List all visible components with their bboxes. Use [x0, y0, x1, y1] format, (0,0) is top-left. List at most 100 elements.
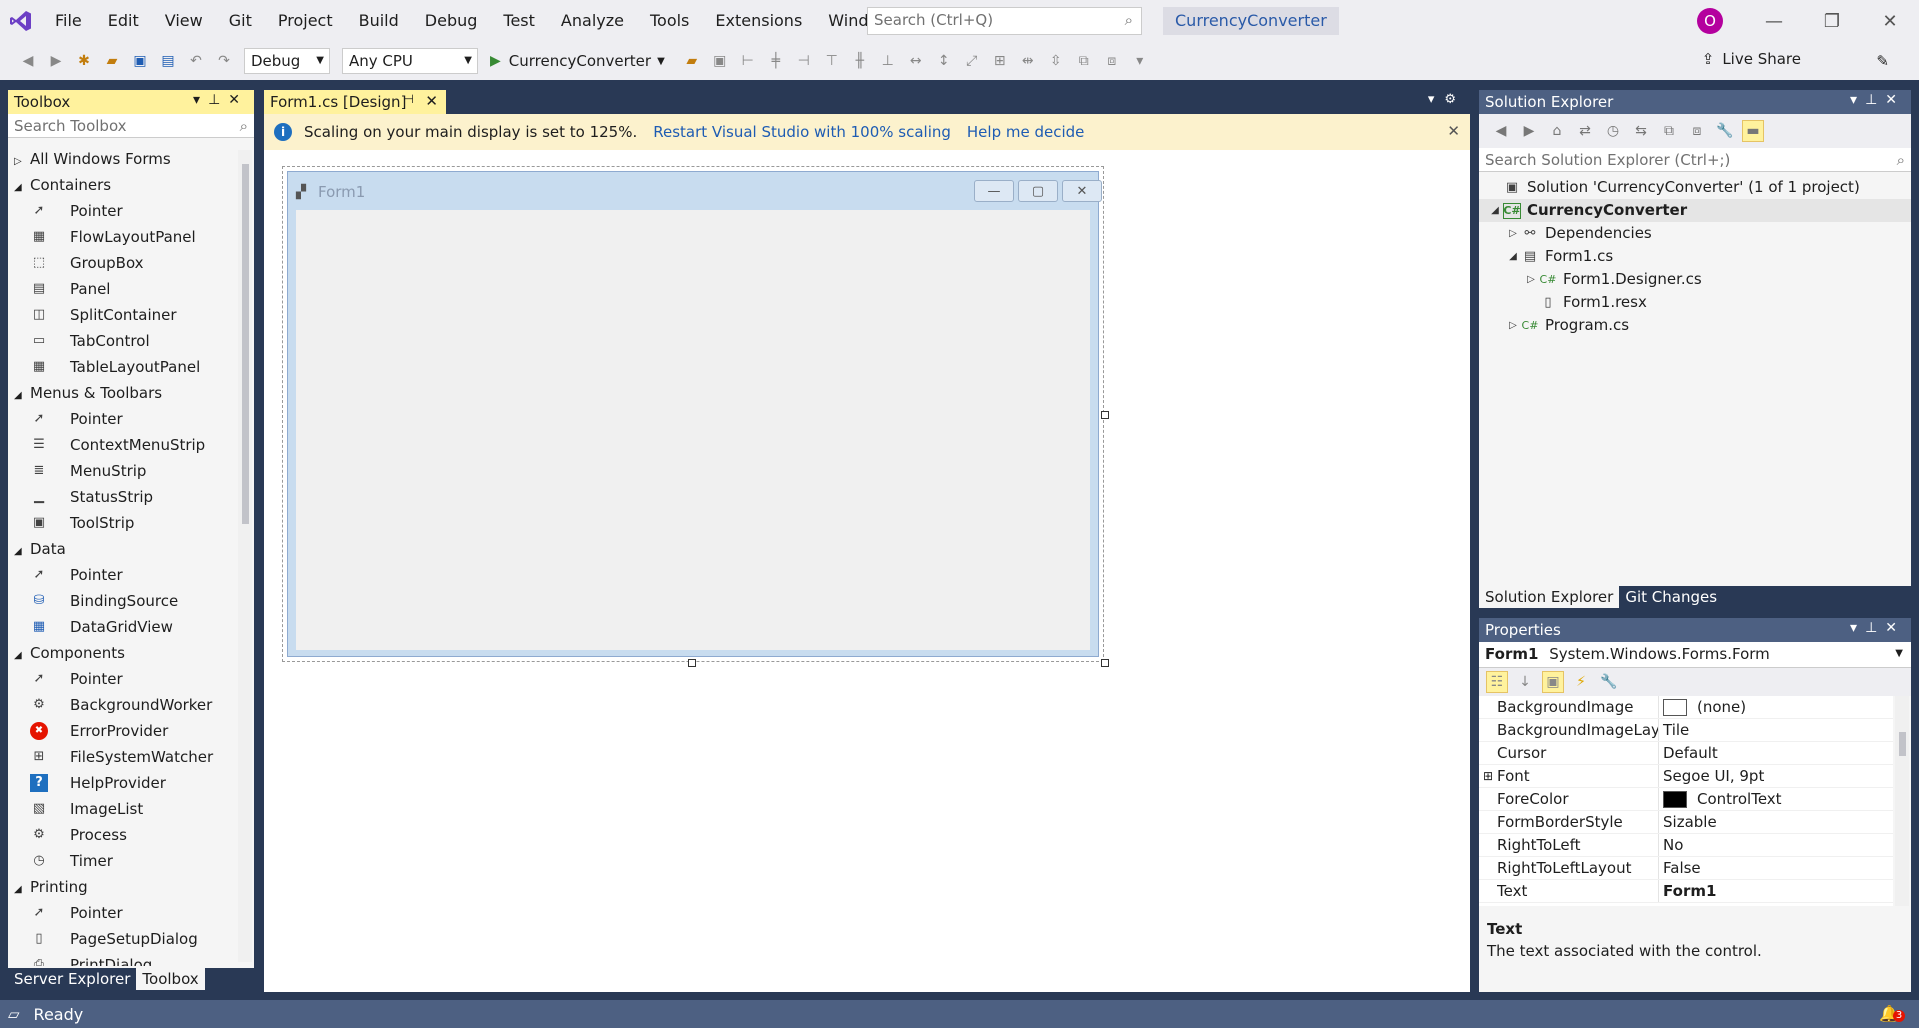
- toolbox-item-timer[interactable]: ◷ Timer: [8, 848, 234, 874]
- scrollbar-thumb[interactable]: [1899, 732, 1906, 756]
- toolbox-item-tabcontrol[interactable]: ▭ TabControl: [8, 328, 234, 354]
- tree-item-currencyconverter[interactable]: ◢ C# CurrencyConverter: [1479, 199, 1911, 222]
- live-share-button[interactable]: ⇪ Live Share: [1702, 50, 1801, 68]
- make-same-width-icon[interactable]: ↔: [905, 50, 927, 72]
- menu-debug[interactable]: Debug: [412, 0, 491, 42]
- menu-edit[interactable]: Edit: [95, 0, 152, 42]
- expand-property-icon[interactable]: ⊞: [1479, 765, 1497, 787]
- property-value[interactable]: Segoe UI, 9pt: [1659, 765, 1764, 787]
- solution-explorer-search-input[interactable]: Search Solution Explorer (Ctrl+;) ⌕: [1479, 148, 1911, 172]
- help-me-decide-link[interactable]: Help me decide: [967, 123, 1085, 141]
- window-position-icon[interactable]: ▾: [1850, 92, 1865, 108]
- pin-icon[interactable]: ⊥: [208, 92, 228, 108]
- pending-changes-filter-icon[interactable]: ◷: [1602, 120, 1624, 142]
- redo-icon[interactable]: ↷: [213, 50, 235, 72]
- settings-gear-icon[interactable]: ⚙: [1444, 92, 1466, 107]
- align-lefts-icon[interactable]: ⊢: [737, 50, 759, 72]
- property-row-backgroundimagelayout[interactable]: BackgroundImageLayoutTile: [1479, 719, 1893, 742]
- menu-tools[interactable]: Tools: [637, 0, 702, 42]
- property-value[interactable]: ControlText: [1659, 788, 1782, 810]
- home-icon[interactable]: ⌂: [1546, 120, 1568, 142]
- toolbox-item-pagesetupdialog[interactable]: ▯ PageSetupDialog: [8, 926, 234, 952]
- property-row-formborderstyle[interactable]: FormBorderStyle Sizable: [1479, 811, 1893, 834]
- collapsed-triangle-icon[interactable]: ▷: [1505, 222, 1521, 245]
- output-window-icon[interactable]: ▱: [8, 1005, 20, 1023]
- new-project-icon[interactable]: ✱: [73, 50, 95, 72]
- toolbox-item-contextmenustrip[interactable]: ☰ ContextMenuStrip: [8, 432, 234, 458]
- property-value[interactable]: False: [1659, 857, 1701, 879]
- property-row-font[interactable]: ⊞ Font Segoe UI, 9pt: [1479, 765, 1893, 788]
- property-row-righttoleftlayout[interactable]: RightToLeftLayout False: [1479, 857, 1893, 880]
- tree-item-form1-resx[interactable]: ▯ Form1.resx: [1479, 291, 1911, 314]
- platform-dropdown[interactable]: Any CPU ▼: [342, 48, 478, 74]
- pin-icon[interactable]: ⊥: [1865, 92, 1885, 108]
- toolbox-category-containers[interactable]: ◢ Containers: [8, 172, 234, 198]
- close-icon[interactable]: ✕: [1447, 122, 1460, 140]
- align-bottoms-icon[interactable]: ⊥: [877, 50, 899, 72]
- toolbox-item-statusstrip[interactable]: ▁ StatusStrip: [8, 484, 234, 510]
- menu-analyze[interactable]: Analyze: [548, 0, 637, 42]
- toolbox-item-errorprovider[interactable]: ✖ ErrorProvider: [8, 718, 234, 744]
- align-middles-icon[interactable]: ╫: [849, 50, 871, 72]
- forward-icon[interactable]: ▶: [45, 50, 67, 72]
- alphabetical-icon[interactable]: ↓: [1514, 671, 1536, 693]
- window-position-icon[interactable]: ▾: [1850, 620, 1865, 636]
- toolbox-item-panel[interactable]: ▤ Panel: [8, 276, 234, 302]
- scrollbar-thumb[interactable]: [242, 164, 249, 524]
- tab-solution-explorer[interactable]: Solution Explorer: [1479, 586, 1620, 608]
- toolbox-item-filesystemwatcher[interactable]: ⊞ FileSystemWatcher: [8, 744, 234, 770]
- property-value[interactable]: Tile: [1659, 719, 1689, 741]
- restart-scaling-link[interactable]: Restart Visual Studio with 100% scaling: [653, 123, 951, 141]
- make-same-size-icon[interactable]: ⤢: [961, 50, 983, 72]
- menu-project[interactable]: Project: [265, 0, 346, 42]
- feedback-icon[interactable]: ✎: [1876, 52, 1889, 70]
- property-row-righttoleft[interactable]: RightToLeft No: [1479, 834, 1893, 857]
- menu-extensions[interactable]: Extensions: [702, 0, 815, 42]
- form1-client-area[interactable]: [296, 210, 1090, 650]
- toolbox-item-pointer[interactable]: ➚ Pointer: [8, 562, 234, 588]
- undo-icon[interactable]: ↶: [185, 50, 207, 72]
- back-icon[interactable]: ◀: [1490, 120, 1512, 142]
- configuration-dropdown[interactable]: Debug ▼: [244, 48, 330, 74]
- property-value[interactable]: Default: [1659, 742, 1718, 764]
- collapse-all-icon[interactable]: ⧉: [1658, 120, 1680, 142]
- pin-icon[interactable]: ⊣: [404, 92, 414, 106]
- folder-icon[interactable]: ▰: [681, 50, 703, 72]
- property-value[interactable]: Sizable: [1659, 811, 1717, 833]
- forward-icon[interactable]: ▶: [1518, 120, 1540, 142]
- pin-icon[interactable]: ⊥: [1865, 620, 1885, 636]
- align-centers-icon[interactable]: ╪: [765, 50, 787, 72]
- properties-view-icon[interactable]: ▣: [1542, 671, 1564, 693]
- toolbox-item-flowlayoutpanel[interactable]: ▦ FlowLayoutPanel: [8, 224, 234, 250]
- tree-item-form1-designer-cs[interactable]: ▷ C# Form1.Designer.cs: [1479, 268, 1911, 291]
- toolbox-item-groupbox[interactable]: ⬚ GroupBox: [8, 250, 234, 276]
- search-input[interactable]: Search (Ctrl+Q) ⌕: [867, 7, 1142, 35]
- toolbox-item-pointer[interactable]: ➚ Pointer: [8, 406, 234, 432]
- back-icon[interactable]: ◀: [17, 50, 39, 72]
- tree-item-program-cs[interactable]: ▷ C# Program.cs: [1479, 314, 1911, 337]
- toolbox-category-components[interactable]: ◢ Components: [8, 640, 234, 666]
- property-value[interactable]: No: [1659, 834, 1683, 856]
- toolbox-category-menus-toolbars[interactable]: ◢ Menus & Toolbars: [8, 380, 234, 406]
- menu-build[interactable]: Build: [346, 0, 412, 42]
- menu-test[interactable]: Test: [490, 0, 548, 42]
- toolbox-search-input[interactable]: Search Toolbox ⌕: [8, 114, 254, 138]
- toolbox-item-imagelist[interactable]: ▧ ImageList: [8, 796, 234, 822]
- expanded-triangle-icon[interactable]: ◢: [1505, 245, 1521, 268]
- close-icon[interactable]: ✕: [425, 92, 438, 110]
- sync-icon[interactable]: ⇆: [1630, 120, 1652, 142]
- property-row-forecolor[interactable]: ForeColor ControlText: [1479, 788, 1893, 811]
- toolbox-item-bindingsource[interactable]: ⛁ BindingSource: [8, 588, 234, 614]
- toolbox-scrollbar[interactable]: [238, 150, 252, 962]
- toolbox-item-tablelayoutpanel[interactable]: ▦ TableLayoutPanel: [8, 354, 234, 380]
- menu-git[interactable]: Git: [216, 0, 265, 42]
- toolbar-overflow-icon[interactable]: ▾: [1129, 50, 1151, 72]
- expanded-triangle-icon[interactable]: ◢: [1487, 199, 1503, 222]
- toolbox-item-printdialog[interactable]: ⎙ PrintDialog: [8, 952, 234, 966]
- property-pages-icon[interactable]: 🔧: [1598, 671, 1620, 693]
- open-file-icon[interactable]: ▰: [101, 50, 123, 72]
- close-icon[interactable]: ✕: [1885, 92, 1905, 108]
- property-grid-scrollbar[interactable]: [1895, 696, 1909, 906]
- toolbox-item-pointer[interactable]: ➚ Pointer: [8, 666, 234, 692]
- property-value[interactable]: (none): [1659, 696, 1746, 718]
